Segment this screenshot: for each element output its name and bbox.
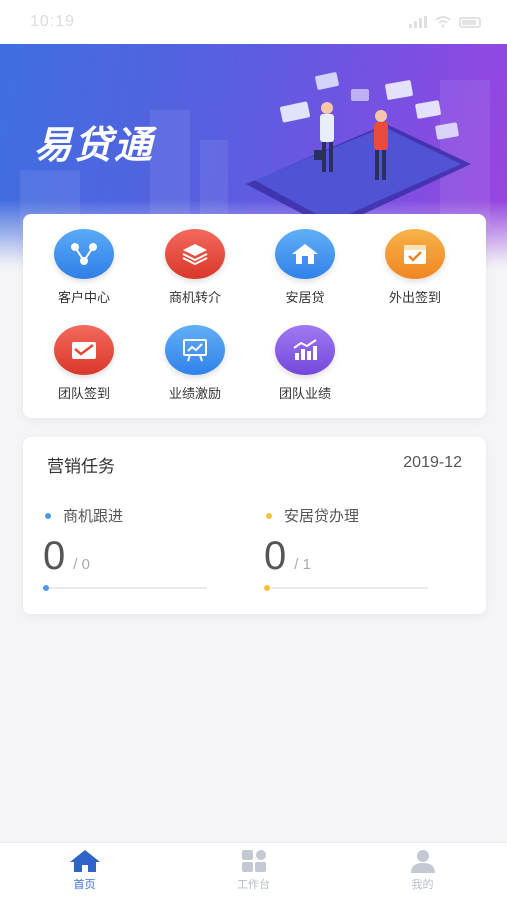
- menu-item-referral[interactable]: 商机转介: [140, 229, 250, 319]
- calendar-check-icon: [385, 229, 445, 279]
- tab-workbench[interactable]: 工作台: [169, 843, 338, 900]
- menu-item-customer-center[interactable]: 客户中心: [29, 229, 139, 319]
- menu-item-home-loan[interactable]: 安居贷: [250, 229, 360, 319]
- metric-total: / 0: [73, 556, 90, 573]
- menu-item-label: 外出签到: [388, 291, 441, 306]
- menu-item-label: 团队业绩: [278, 387, 331, 402]
- metric-home-loan[interactable]: 安居贷办理 0 / 1: [246, 505, 426, 579]
- task-card-date: 2019-12: [403, 454, 462, 471]
- status-bar: 10:19: [0, 0, 507, 44]
- metric-total: / 1: [294, 556, 311, 573]
- menu-item-label: 团队签到: [57, 387, 110, 402]
- menu-item-team-checkin[interactable]: 团队签到: [29, 325, 139, 415]
- status-system-icons: [409, 16, 481, 28]
- metric-dot-icon: [266, 512, 272, 519]
- presentation-chart-icon: [165, 325, 225, 375]
- metric-progress-fill: [43, 585, 49, 591]
- wifi-icon: [435, 16, 451, 28]
- menu-item-performance-incentive[interactable]: 业绩激励: [140, 325, 250, 415]
- tab-label: 首页: [73, 878, 96, 891]
- quick-menu-card: 客户中心 商机转介 安居贷 外出签到 团队签到 业绩激励 团队业绩: [23, 214, 486, 418]
- metric-progress-bar: [264, 585, 428, 591]
- tab-mine[interactable]: 我的: [338, 843, 507, 900]
- bottom-tab-bar: 首页 工作台 我的: [0, 842, 507, 900]
- metric-dot-icon: [45, 512, 51, 519]
- tab-home[interactable]: 首页: [0, 843, 169, 900]
- user-icon: [410, 850, 435, 873]
- menu-item-label: 安居贷: [285, 291, 325, 306]
- menu-item-team-performance[interactable]: 团队业绩: [250, 325, 360, 415]
- menu-item-outing-checkin[interactable]: 外出签到: [360, 229, 470, 319]
- customer-center-icon: [54, 229, 114, 279]
- metric-progress-bar: [43, 585, 207, 591]
- business-illustration: [246, 72, 471, 229]
- workbench-icon: [241, 850, 266, 872]
- metric-business-followup[interactable]: 商机跟进 0 / 0: [25, 505, 205, 579]
- marketing-task-card[interactable]: 营销任务 2019-12 商机跟进 0 / 0 安居贷办理 0 / 1: [23, 437, 486, 614]
- tab-label: 我的: [411, 878, 434, 891]
- metric-progress-fill: [264, 585, 270, 591]
- metric-label: 安居贷办理: [284, 507, 360, 525]
- task-card-title: 营销任务: [47, 457, 115, 477]
- cellular-signal-icon: [409, 16, 427, 28]
- menu-item-label: 商机转介: [168, 291, 221, 306]
- menu-item-label: 客户中心: [57, 291, 110, 306]
- menu-item-label: 业绩激励: [168, 387, 221, 402]
- status-time: 10:19: [30, 13, 76, 30]
- app-logo-title: 易贷通: [34, 123, 155, 167]
- metric-label: 商机跟进: [63, 507, 124, 525]
- tab-label: 工作台: [237, 878, 270, 891]
- metric-value: 0: [43, 534, 66, 578]
- layers-icon: [165, 229, 225, 279]
- bar-chart-icon: [275, 325, 335, 375]
- battery-icon: [459, 16, 481, 28]
- house-icon: [275, 229, 335, 279]
- envelope-check-icon: [54, 325, 114, 375]
- home-icon: [69, 850, 100, 872]
- metric-value: 0: [264, 534, 287, 578]
